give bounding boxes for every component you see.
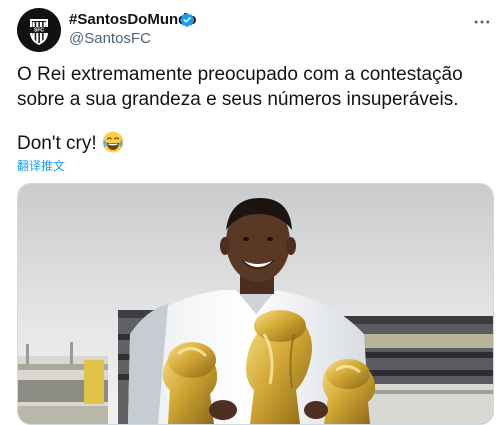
- tweet-text-line: sobre a sua grandeza e seus números insu…: [17, 89, 459, 110]
- face-with-tears-of-joy-icon: [102, 131, 124, 153]
- santos-crest-icon: SFC: [17, 8, 61, 52]
- tweet-text-line: O Rei extremamente preocupado com a cont…: [17, 64, 463, 85]
- tweet-card[interactable]: SFC #SantosDoMundo @SantosFC O Rei extre…: [0, 0, 500, 425]
- tweet-text-line: Don't cry!: [17, 131, 487, 156]
- tweet-text: O Rei extremamente preocupado com a cont…: [17, 62, 487, 156]
- display-name[interactable]: #SantosDoMundo: [69, 11, 197, 29]
- media-photo[interactable]: [17, 183, 494, 425]
- verified-badge-icon: [180, 13, 194, 27]
- tweet-text-line-3: Don't cry!: [17, 133, 97, 154]
- translate-tweet-link[interactable]: 翻译推文: [17, 158, 65, 174]
- more-options-icon[interactable]: [472, 12, 492, 32]
- photo-pele-with-trophies: [18, 184, 493, 424]
- handle[interactable]: @SantosFC: [69, 30, 151, 48]
- svg-text:SFC: SFC: [34, 28, 44, 34]
- avatar[interactable]: SFC: [17, 8, 61, 52]
